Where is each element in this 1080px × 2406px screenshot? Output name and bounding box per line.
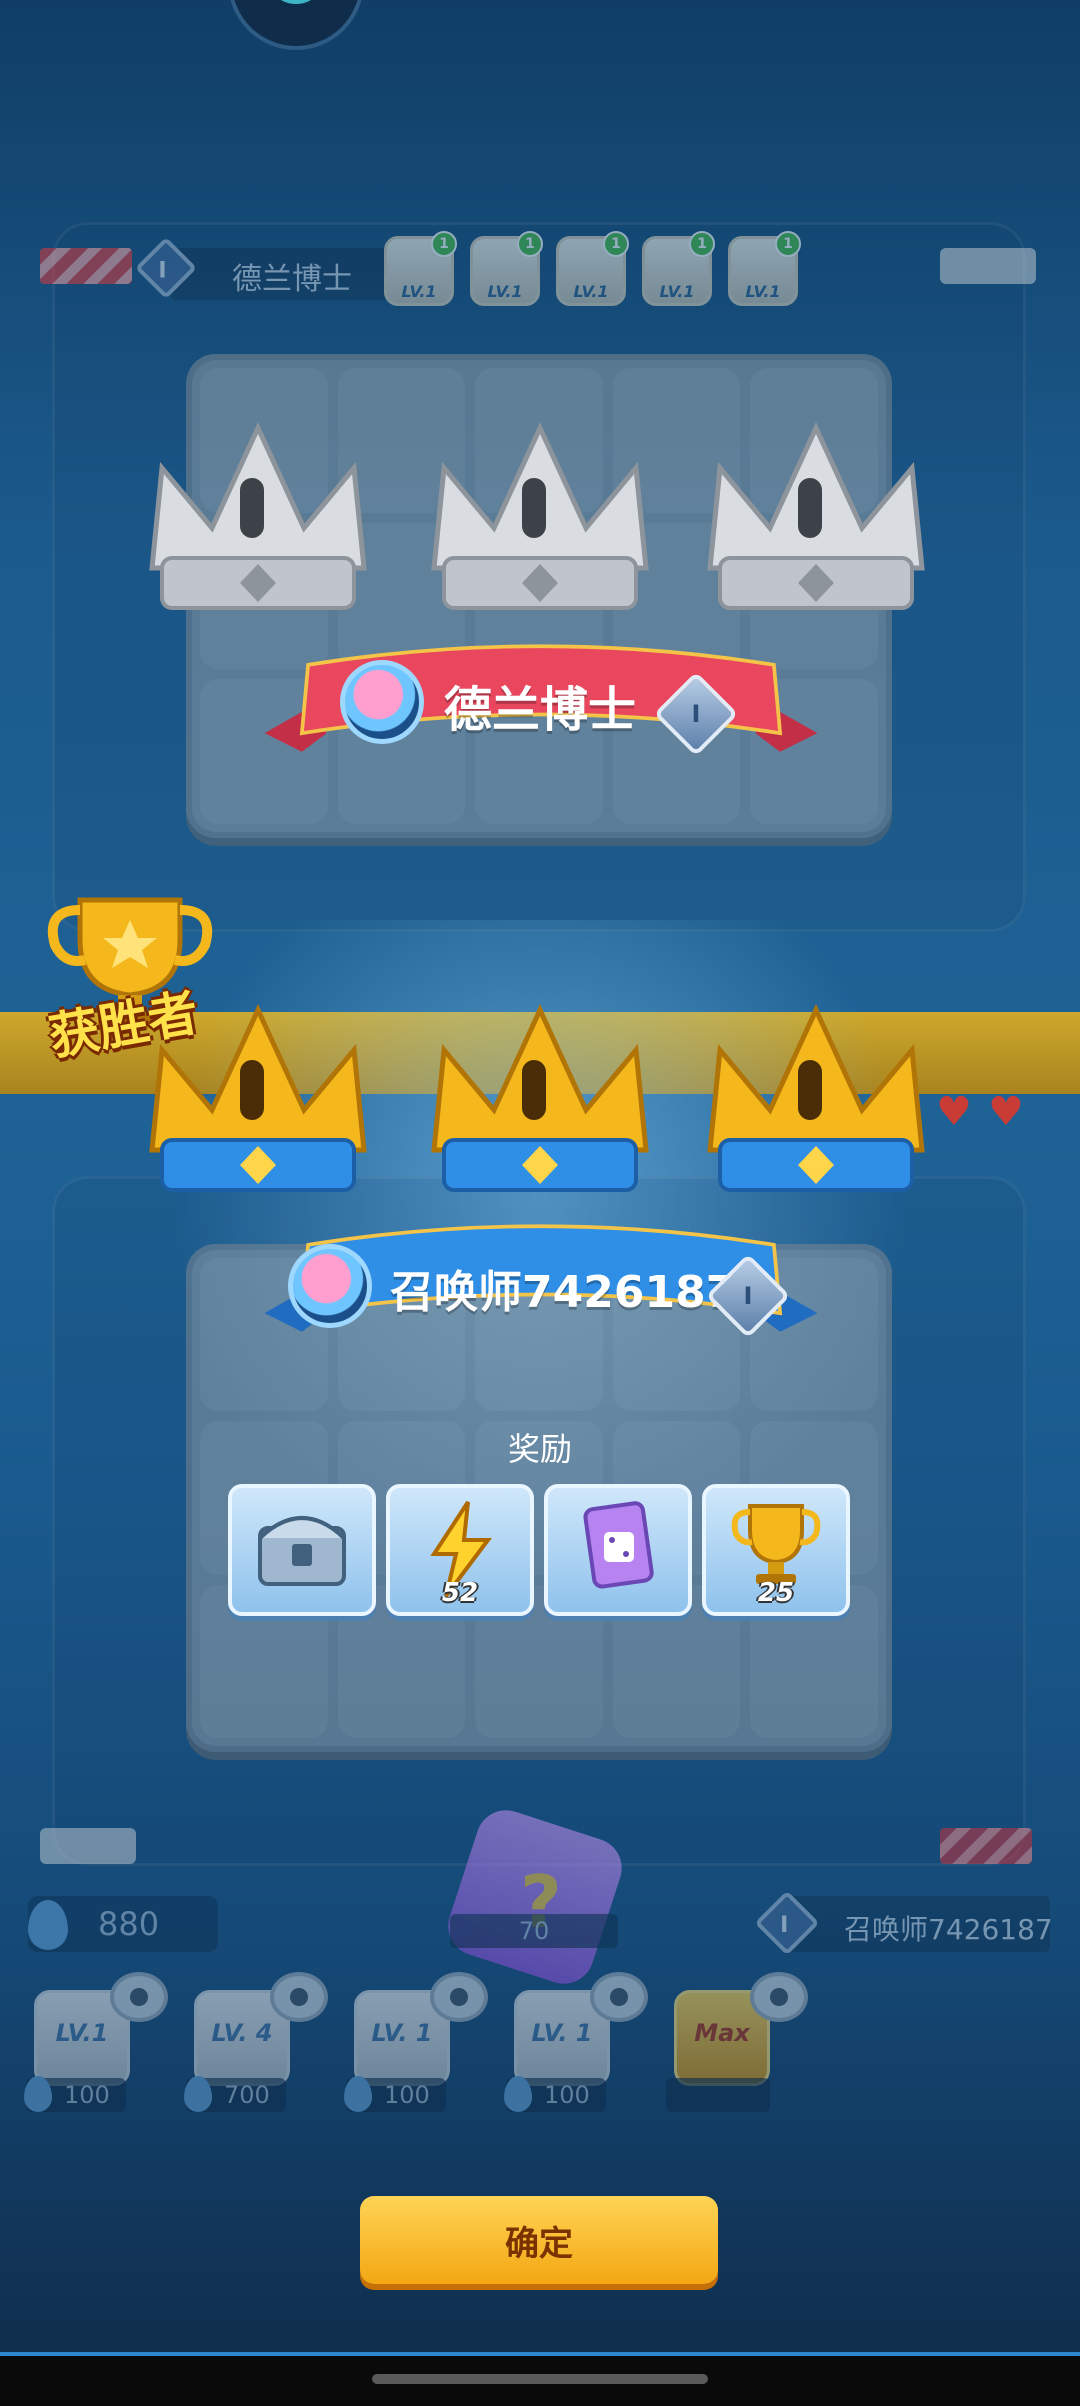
eye-icon[interactable] [750,1972,808,2022]
reward-item [228,1484,376,1616]
reward-item: 25 [702,1484,850,1616]
player-name: 召唤师7426187 [390,1267,737,1318]
fire-icon[interactable]: 1 LV.1 [556,231,629,306]
eye-icon[interactable] [270,1972,328,2022]
opponent-avatar-top [228,0,364,50]
player-name-mini: 召唤师7426187 [844,1913,1053,1946]
rewards-title: 奖励 [507,1430,572,1468]
opponent-bar-cap [940,248,1036,284]
silver-crown-2 [431,422,649,610]
cloud-icon[interactable]: 1 LV.1 [470,231,543,306]
home-indicator[interactable] [372,2374,708,2384]
dice-card-icon [583,1501,654,1589]
water-drop-icon [24,2076,52,2112]
confirm-button[interactable]: 确定 [360,2196,718,2284]
opponent-avatar [340,660,424,744]
silver-crown-3 [707,422,925,610]
player-flag [940,1828,1032,1864]
eye-icon[interactable] [590,1972,648,2022]
water-drop-icon [344,2076,372,2112]
water-drop-icon [504,2076,532,2112]
upgrade-cost-5 [666,2078,770,2112]
swirl-icon[interactable]: 1 LV.1 [642,231,715,306]
reward-item [544,1484,692,1616]
opponent-bar: I 德兰博士 1 LV.1 1 LV.1 1 LV.1 1 LV.1 1 LV.1 [40,231,1036,306]
opponent-name: 德兰博士 [444,682,637,738]
hand-icon[interactable]: 1 LV.1 [384,231,457,306]
reward-item: 52 [386,1484,534,1616]
opponent-name-mini: 德兰博士 [232,262,352,297]
heart-icon: ♥ [988,1089,1024,1135]
eye-icon[interactable] [430,1972,488,2022]
opponent-flag [40,248,132,284]
opponent-token-list: 1 LV.1 1 LV.1 1 LV.1 1 LV.1 1 LV.1 [384,231,801,306]
heart-icon: ♥ [936,1089,972,1135]
gold-crown-1 [149,1004,367,1192]
chest-icon [258,1516,346,1586]
gold-crown-3 [707,1004,925,1192]
eye-icon[interactable] [110,1972,168,2022]
gold-crown-2 [431,1004,649,1192]
fish-icon [266,0,326,4]
silver-crown-1 [149,422,367,610]
summon-cost: 70 [450,1914,618,1948]
water-drop-icon [184,2076,212,2112]
player-bar: 880 ? 70 I 召唤师7426187 LV.1 100 LV. 4 700… [0,1802,1080,2140]
water-icon[interactable]: 1 LV.1 [728,231,801,306]
player-avatar [288,1244,372,1328]
rewards-list: 52 25 [228,1484,850,1616]
player-bar-cap [40,1828,136,1864]
